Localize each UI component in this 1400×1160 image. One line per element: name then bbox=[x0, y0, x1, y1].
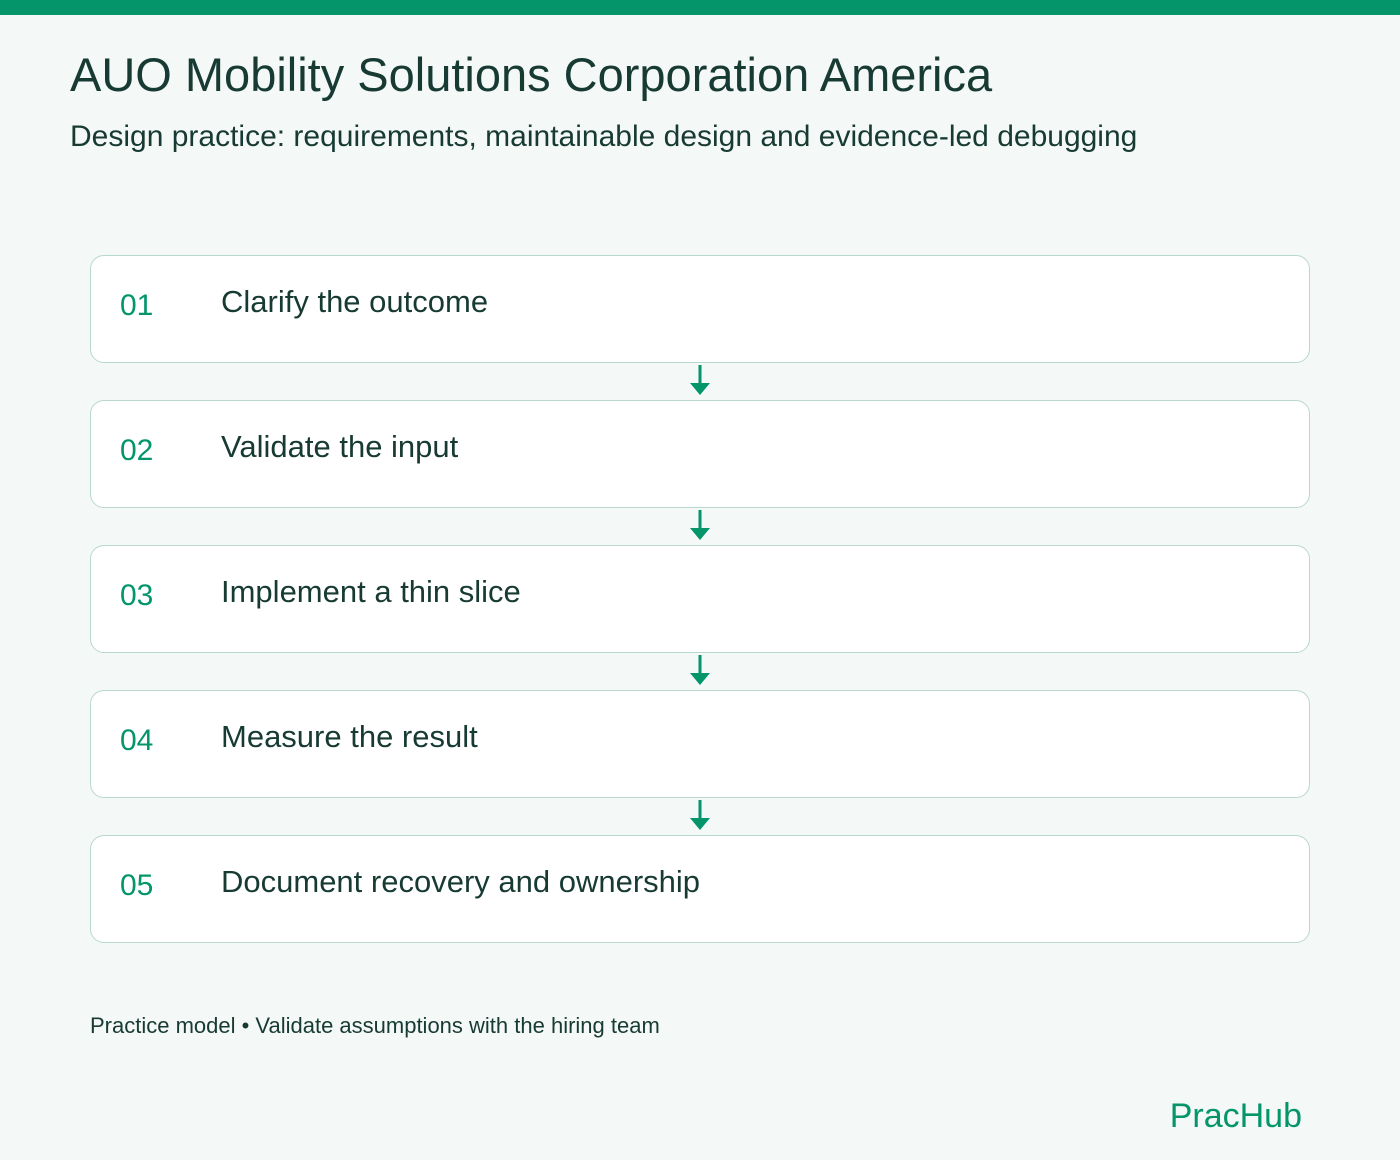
brand-logo-text: PracHub bbox=[1169, 1097, 1302, 1135]
footer-note: Practice model • Validate assumptions wi… bbox=[90, 1013, 660, 1038]
step-number: 03 bbox=[120, 579, 154, 612]
step-card-2: 02 Validate the input bbox=[90, 400, 1310, 508]
step-label: Document recovery and ownership bbox=[221, 864, 701, 899]
arrow-down-icon bbox=[690, 510, 710, 540]
step-number: 04 bbox=[120, 724, 154, 757]
step-card-5: 05 Document recovery and ownership bbox=[90, 835, 1310, 943]
page-subtitle: Design practice: requirements, maintaina… bbox=[70, 120, 1138, 153]
step-number: 05 bbox=[120, 869, 154, 902]
step-card-1: 01 Clarify the outcome bbox=[90, 255, 1310, 363]
step-number: 02 bbox=[120, 434, 154, 467]
step-label: Clarify the outcome bbox=[221, 284, 489, 319]
arrow-down-icon bbox=[690, 655, 710, 685]
arrow-down-icon bbox=[690, 365, 710, 395]
arrow-down-icon bbox=[690, 800, 710, 830]
step-card-3: 03 Implement a thin slice bbox=[90, 545, 1310, 653]
page-title: AUO Mobility Solutions Corporation Ameri… bbox=[70, 48, 993, 101]
step-number: 01 bbox=[120, 289, 154, 322]
step-card-4: 04 Measure the result bbox=[90, 690, 1310, 798]
step-label: Implement a thin slice bbox=[221, 574, 521, 609]
top-accent-bar bbox=[0, 0, 1400, 15]
step-label: Measure the result bbox=[221, 719, 478, 754]
step-label: Validate the input bbox=[221, 429, 459, 464]
